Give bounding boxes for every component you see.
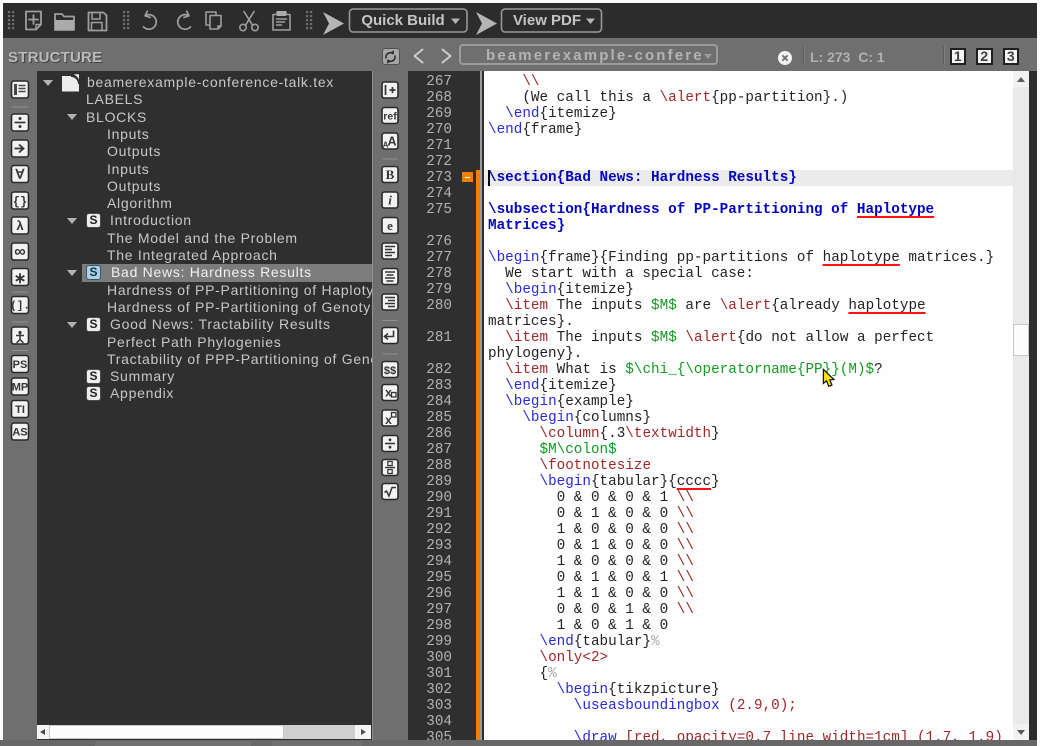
svg-text:ref: ref bbox=[383, 111, 397, 123]
svg-text:PS: PS bbox=[13, 359, 28, 371]
svg-text:e: e bbox=[387, 218, 393, 233]
svg-text:∗: ∗ bbox=[14, 270, 27, 287]
svg-text:A: A bbox=[383, 141, 389, 150]
svg-text:(].: (]. bbox=[10, 301, 30, 313]
svg-text:A: A bbox=[387, 135, 396, 149]
svg-text:$$: $$ bbox=[384, 365, 396, 377]
svg-text:B: B bbox=[386, 167, 395, 182]
svg-text:∀: ∀ bbox=[15, 167, 26, 182]
svg-text:AS: AS bbox=[12, 427, 27, 439]
svg-text:TI: TI bbox=[15, 404, 25, 416]
svg-text:∞: ∞ bbox=[14, 244, 25, 261]
svg-text:λ: λ bbox=[16, 218, 24, 233]
svg-text:MP: MP bbox=[12, 382, 29, 394]
svg-text:i: i bbox=[388, 193, 392, 208]
svg-text:{}: {} bbox=[13, 195, 27, 209]
